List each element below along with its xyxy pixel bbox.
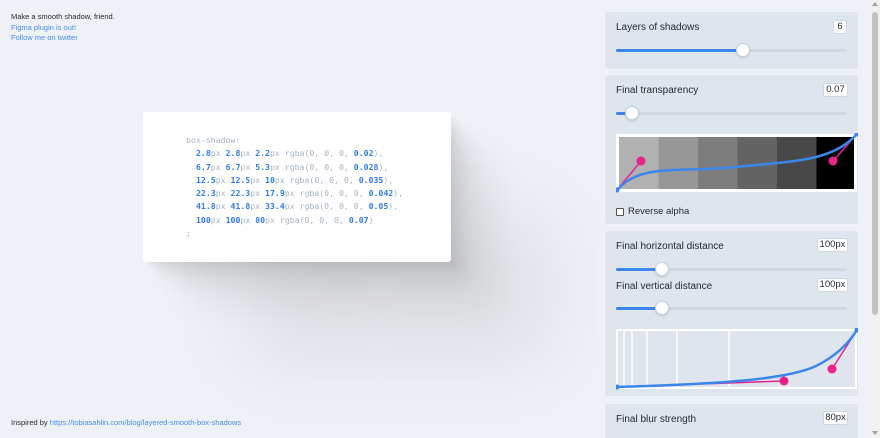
code-x-value: 22.3 [196,188,216,199]
code-separator: , [393,201,399,212]
code-separator: , [383,161,389,172]
inspiration-link[interactable]: https://tobiasahlin.com/blog/layered-smo… [50,418,241,427]
transparency-slider[interactable] [616,106,847,120]
code-terminator: ; [186,228,191,239]
slider-thumb[interactable] [736,43,751,57]
code-alpha-value: 0.035 [358,174,384,185]
code-blur-value: 33.4 [265,201,285,212]
slider-thumb[interactable] [655,262,670,276]
code-separator: , [388,174,394,185]
shadow-preview-card: box-shadow: 2.8px 2.8px 2.2px rgba(0, 0, … [143,112,451,262]
reverse-alpha-row[interactable]: Reverse alpha [616,206,689,217]
bezier-handle-2[interactable] [827,364,837,374]
code-shadow-line: 2.8px 2.8px 2.2px rgba(0, 0, 0, 0.02), [196,148,384,159]
bezier-handle-1[interactable] [779,376,789,386]
code-x-value: 41.8 [196,201,216,212]
scroll-down-icon[interactable] [872,431,878,435]
code-alpha-value: 0.028 [353,161,379,172]
vertical-value[interactable]: 100px [817,278,848,292]
alpha-swatch-2 [658,137,698,189]
bezier-handle-2[interactable] [828,156,838,166]
reverse-alpha-label: Reverse alpha [628,206,690,217]
code-x-value: 100 [196,214,211,225]
footer: Inspired by https://tobiasahlin.com/blog… [11,418,241,427]
distance-section: Final horizontal distance 100px Final ve… [605,231,858,396]
header-links: Make a smooth shadow, friend. Figma plug… [11,12,115,44]
slider-thumb[interactable] [625,106,640,120]
css-code-block: box-shadow: 2.8px 2.8px 2.2px rgba(0, 0, … [186,134,403,240]
code-blur-value: 17.9 [265,188,285,199]
blur-label: Final blur strength [616,414,697,425]
code-property: box-shadow: [186,135,241,145]
code-shadow-line: 22.3px 22.3px 17.9px rgba(0, 0, 0, 0.042… [196,188,404,199]
alpha-swatch-3 [698,137,738,189]
layers-slider[interactable] [616,43,847,57]
vertical-label: Final vertical distance [616,281,713,292]
code-y-value: 6.7 [225,161,241,172]
distance-curve-editor[interactable] [616,328,858,390]
controls-panel: Layers of shadows 6 Final transparency 0… [597,0,867,438]
code-blur-value: 80 [255,214,266,225]
code-separator: , [398,188,404,199]
reverse-alpha-checkbox[interactable] [616,207,624,216]
code-y-value: 12.5 [230,174,251,185]
code-shadow-line: 41.8px 41.8px 33.4px rgba(0, 0, 0, 0.05)… [196,201,399,212]
horizontal-value[interactable]: 100px [817,238,848,252]
page-scrollbar[interactable] [870,0,880,438]
transparency-label: Final transparency [616,85,699,96]
tagline: Make a smooth shadow, friend. [11,12,115,21]
blur-value[interactable]: 80px [823,411,848,425]
layers-section: Layers of shadows 6 [605,12,858,69]
code-y-value: 41.8 [230,201,251,212]
code-x-value: 6.7 [196,161,211,172]
slider-thumb[interactable] [655,301,670,315]
code-blur-value: 2.2 [255,148,270,159]
transparency-curve-editor[interactable] [616,133,858,195]
horizontal-label: Final horizontal distance [616,241,724,252]
figma-plugin-link[interactable]: Figma plugin is out! [11,23,115,34]
slider-fill [616,49,744,52]
scroll-up-icon[interactable] [872,2,878,6]
layers-value[interactable]: 6 [833,20,847,34]
scrollbar-thumb[interactable] [872,12,878,315]
code-y-value: 22.3 [230,188,251,199]
code-shadow-line: 100px 100px 80px rgba(0, 0, 0, 0.07) [196,214,374,225]
code-x-value: 12.5 [196,174,216,185]
code-y-value: 2.8 [225,148,241,159]
code-blur-value: 10 [265,174,275,185]
bezier-handle-1[interactable] [636,156,646,166]
code-separator: , [378,148,384,159]
horizontal-slider[interactable] [616,262,847,276]
code-alpha-value: 0.02 [353,148,374,159]
transparency-value[interactable]: 0.07 [823,83,848,97]
code-blur-value: 5.3 [255,161,270,172]
code-x-value: 2.8 [196,148,211,159]
footer-prefix: Inspired by [11,418,50,427]
code-y-value: 100 [225,214,241,225]
code-alpha-value: 0.05 [368,201,389,212]
blur-section: Final blur strength 80px [605,404,858,438]
vertical-slider[interactable] [616,301,847,315]
code-shadow-line: 6.7px 6.7px 5.3px rgba(0, 0, 0, 0.028), [196,161,389,172]
twitter-link[interactable]: Follow me on twitter [11,33,115,44]
code-shadow-line: 12.5px 12.5px 10px rgba(0, 0, 0, 0.035), [196,174,394,185]
layers-label: Layers of shadows [616,22,700,33]
slider-track [616,112,847,115]
code-alpha-value: 0.042 [368,188,394,199]
curve-frame [616,329,857,389]
transparency-section: Final transparency 0.07 Reverse alpha [605,75,858,224]
code-alpha-value: 0.07 [348,214,369,225]
